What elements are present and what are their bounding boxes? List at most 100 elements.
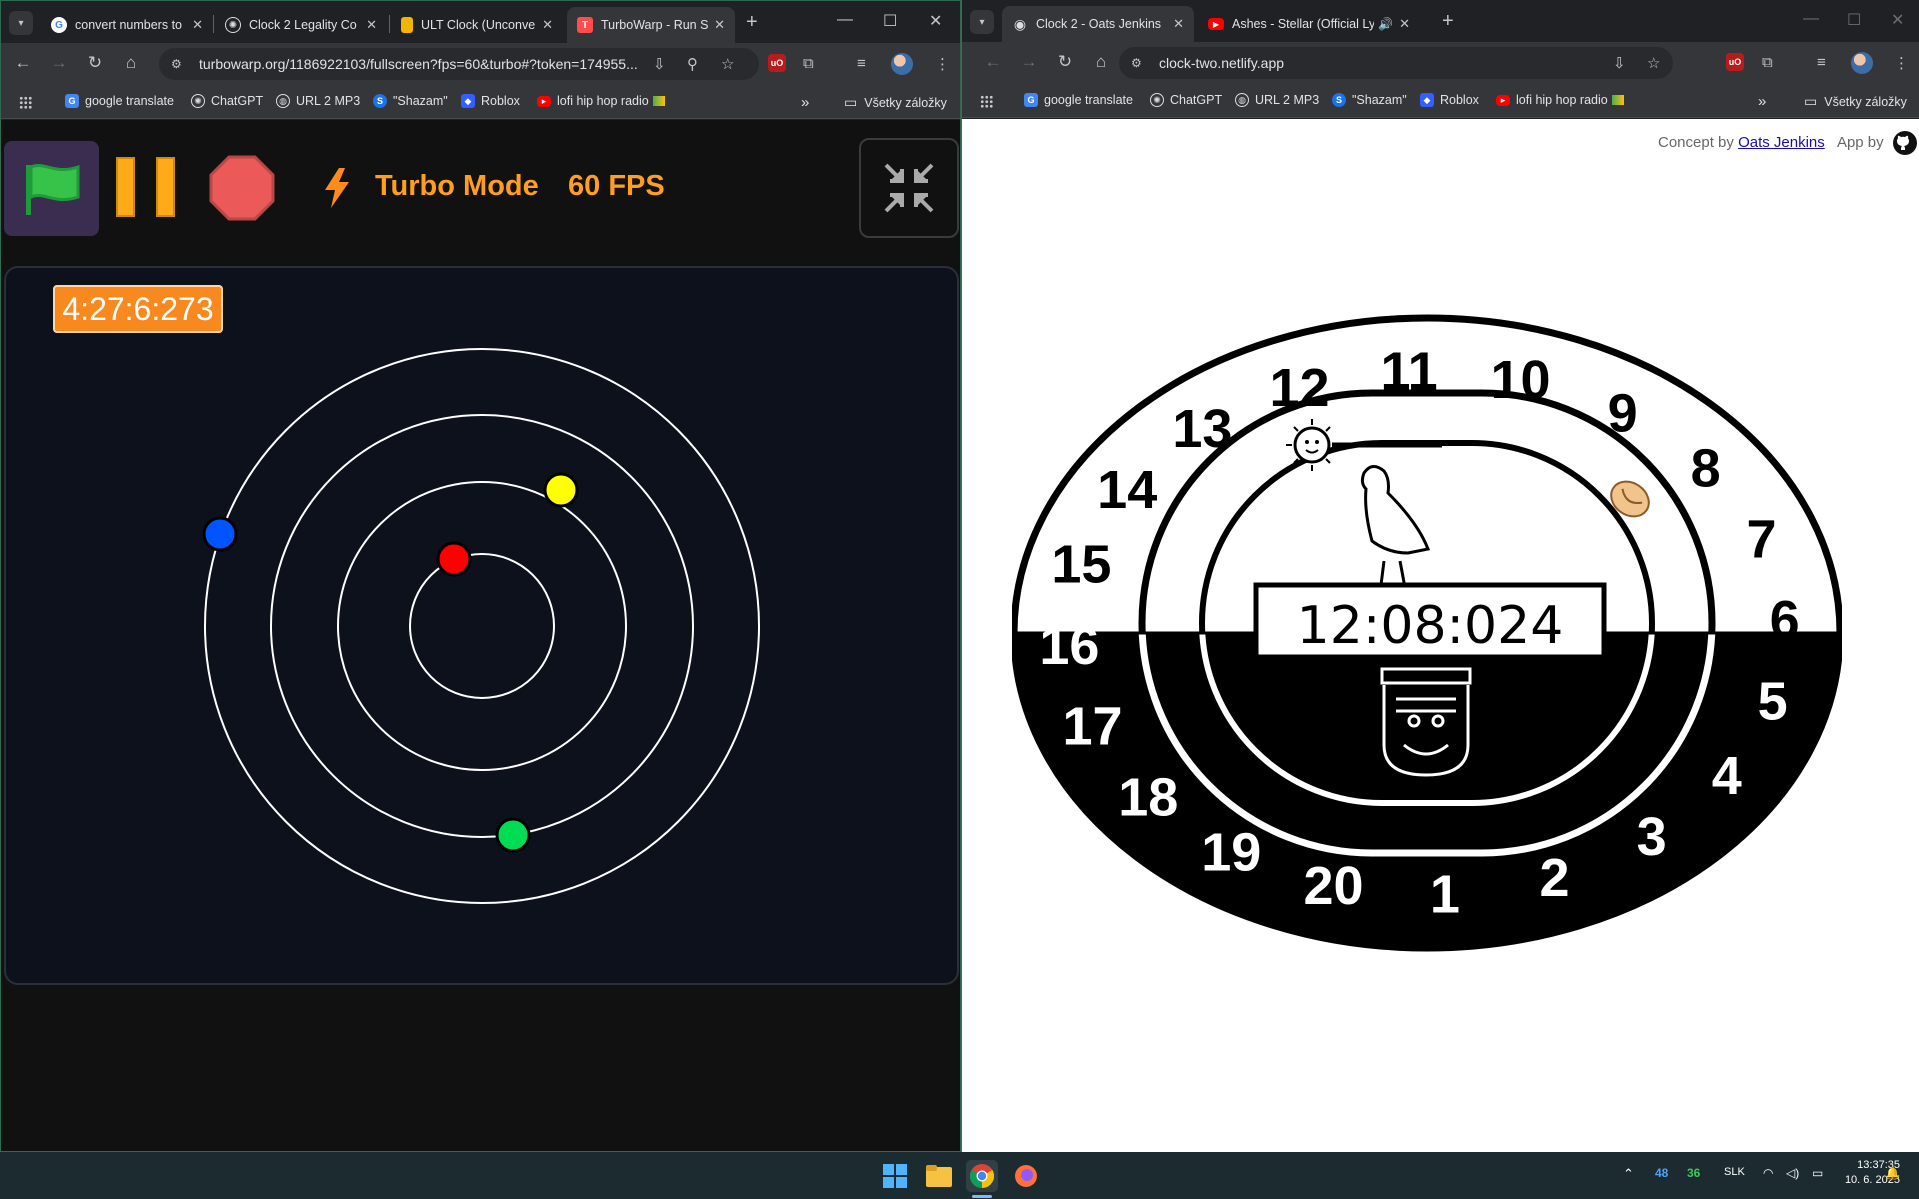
tray-counter-blue[interactable]: 48 — [1655, 1166, 1668, 1180]
home-button[interactable]: ⌂ — [1091, 52, 1111, 72]
ublock-icon[interactable]: uO — [1726, 53, 1744, 71]
bookmark-shazam[interactable]: S "Shazam" — [373, 94, 448, 108]
extensions-icon[interactable]: ⧉ — [803, 55, 814, 72]
maximize-button[interactable]: ☐ — [1847, 10, 1861, 30]
tab-search-button[interactable]: ▾ — [9, 11, 33, 35]
active-app-indicator — [972, 1195, 992, 1198]
tab-ult-clock[interactable]: ULT Clock (Unconve ✕ — [391, 7, 563, 43]
volume-icon[interactable]: ◁) — [1786, 1166, 1799, 1180]
more-bookmarks-chevron[interactable]: » — [801, 94, 809, 111]
install-icon[interactable]: ⇩ — [1613, 54, 1626, 72]
green-flag-button[interactable] — [4, 141, 99, 236]
minimize-button[interactable]: — — [837, 11, 853, 29]
bookmark-roblox[interactable]: ◆ Roblox — [1420, 93, 1479, 107]
close-icon[interactable]: ✕ — [1399, 16, 1410, 32]
media-icon[interactable]: ≡ — [857, 55, 866, 72]
zoom-icon[interactable]: ⚲ — [687, 55, 698, 73]
audio-playing-icon[interactable]: 🔊 — [1378, 17, 1393, 31]
apps-grid-icon[interactable] — [980, 95, 993, 108]
new-tab-button[interactable]: + — [1442, 10, 1454, 33]
bookmark-chatgpt[interactable]: ✺ ChatGPT — [1150, 93, 1222, 107]
ublock-icon[interactable]: uO — [768, 54, 786, 72]
bookmark-shazam[interactable]: S "Shazam" — [1332, 93, 1407, 107]
tab-search-button[interactable]: ▾ — [970, 10, 994, 34]
forward-button[interactable]: → — [49, 53, 69, 73]
maximize-button[interactable]: ☐ — [883, 11, 897, 31]
bookmark-url2mp3[interactable]: ◍ URL 2 MP3 — [276, 94, 360, 108]
music-icon — [1611, 95, 1624, 105]
project-stage[interactable] — [4, 266, 959, 985]
site-info-icon[interactable]: ⚙ — [1131, 56, 1145, 70]
all-bookmarks-folder[interactable]: ▭ Všetky záložky — [844, 94, 947, 111]
bookmark-roblox[interactable]: ◆ Roblox — [461, 94, 520, 108]
all-bookmarks-folder[interactable]: ▭ Všetky záložky — [1804, 93, 1907, 110]
url-text[interactable]: clock-two.netlify.app — [1159, 55, 1284, 71]
bookmark-lofi[interactable]: ▸ lofi hip hop radio — [537, 94, 665, 108]
clock-number: 6 — [1770, 590, 1800, 650]
exit-fullscreen-button[interactable] — [859, 138, 959, 238]
bookmarks-bar: Ggoogle translate ✺ ChatGPT ◍ URL 2 MP3 S "… — [962, 84, 1919, 118]
install-icon[interactable]: ⇩ — [653, 55, 666, 73]
clock-number: 16 — [1039, 616, 1099, 676]
firefox-icon[interactable] — [1010, 1160, 1042, 1192]
media-icon[interactable]: ≡ — [1817, 54, 1826, 71]
menu-icon[interactable]: ⋮ — [1894, 54, 1909, 72]
reload-button[interactable]: ↻ — [85, 53, 105, 73]
tab-strip: ▾ ◉ Clock 2 - Oats Jenkins ✕ ▶ Ashes - S… — [962, 0, 1919, 42]
forward-button[interactable]: → — [1019, 52, 1039, 72]
bookmark-url2mp3[interactable]: ◍ URL 2 MP3 — [1235, 93, 1319, 107]
music-icon — [652, 96, 665, 106]
apps-grid-icon[interactable] — [19, 96, 32, 109]
new-tab-button[interactable]: + — [746, 11, 758, 34]
timer-display: 4:27:6:273 — [53, 285, 223, 333]
tray-counter-green[interactable]: 36 — [1687, 1166, 1700, 1180]
stop-button[interactable] — [209, 155, 275, 221]
file-explorer-icon[interactable] — [923, 1160, 955, 1192]
close-icon[interactable]: ✕ — [714, 17, 725, 33]
url-text[interactable]: turbowarp.org/1186922103/fullscreen?fps=… — [199, 56, 669, 72]
tab-ashes-stellar[interactable]: ▶ Ashes - Stellar (Official Lyric 🔊 ✕ — [1198, 6, 1420, 42]
menu-icon[interactable]: ⋮ — [935, 55, 950, 73]
wifi-icon[interactable]: ◠ — [1763, 1166, 1773, 1180]
tab-turbowarp[interactable]: T TurboWarp - Run S ✕ — [567, 7, 735, 43]
minimize-button[interactable]: — — [1803, 10, 1819, 28]
home-button[interactable]: ⌂ — [121, 53, 141, 73]
close-icon[interactable]: ✕ — [542, 17, 553, 33]
orbit-dot-yellow — [543, 472, 579, 508]
back-button[interactable]: ← — [983, 52, 1003, 72]
close-window-button[interactable]: ✕ — [929, 11, 942, 31]
close-icon[interactable]: ✕ — [192, 17, 203, 33]
profile-avatar[interactable] — [891, 53, 913, 75]
tray-overflow-icon[interactable]: ⌃ — [1623, 1166, 1634, 1182]
close-window-button[interactable]: ✕ — [1891, 10, 1904, 30]
chrome-icon[interactable] — [966, 1160, 998, 1192]
github-icon[interactable] — [1893, 131, 1917, 160]
reload-button[interactable]: ↻ — [1055, 52, 1075, 72]
bookmark-chatgpt[interactable]: ✺ ChatGPT — [191, 94, 263, 108]
bookmark-google-translate[interactable]: Ggoogle translate — [65, 94, 174, 108]
bookmark-star-icon[interactable]: ☆ — [1647, 54, 1660, 72]
close-icon[interactable]: ✕ — [1173, 16, 1184, 32]
site-info-icon[interactable]: ⚙ — [171, 57, 185, 71]
extensions-icon[interactable]: ⧉ — [1762, 54, 1773, 71]
more-bookmarks-chevron[interactable]: » — [1758, 93, 1766, 110]
bookmarks-bar: Ggoogle translate ✺ ChatGPT ◍ URL 2 MP3 S "… — [1, 85, 960, 119]
oats-jenkins-link[interactable]: Oats Jenkins — [1738, 134, 1825, 151]
tab-clock-legality[interactable]: ✺ Clock 2 Legality Co ✕ — [215, 7, 387, 43]
address-bar[interactable]: ⚙ turbowarp.org/1186922103/fullscreen?fp… — [159, 48, 759, 80]
bookmark-google-translate[interactable]: Ggoogle translate — [1024, 93, 1133, 107]
profile-avatar[interactable] — [1851, 52, 1873, 74]
notification-bell-icon[interactable]: 🔔 — [1885, 1166, 1900, 1180]
toolbar: ← → ↻ ⌂ ⚙ turbowarp.org/1186922103/fulls… — [1, 43, 960, 85]
tab-clock-two[interactable]: ◉ Clock 2 - Oats Jenkins ✕ — [1002, 6, 1194, 42]
close-icon[interactable]: ✕ — [366, 17, 377, 33]
bookmark-lofi[interactable]: ▸ lofi hip hop radio — [1496, 93, 1624, 107]
windows-start-icon[interactable] — [879, 1160, 911, 1192]
bookmark-star-icon[interactable]: ☆ — [721, 55, 734, 73]
address-bar[interactable]: ⚙ clock-two.netlify.app ⇩ ☆ — [1119, 47, 1673, 79]
back-button[interactable]: ← — [13, 53, 33, 73]
clock-number: 14 — [1097, 460, 1157, 520]
tab-convert-numbers[interactable]: G convert numbers to ✕ — [41, 7, 213, 43]
language-indicator[interactable]: SLK — [1724, 1166, 1745, 1178]
pause-button[interactable] — [113, 156, 179, 218]
